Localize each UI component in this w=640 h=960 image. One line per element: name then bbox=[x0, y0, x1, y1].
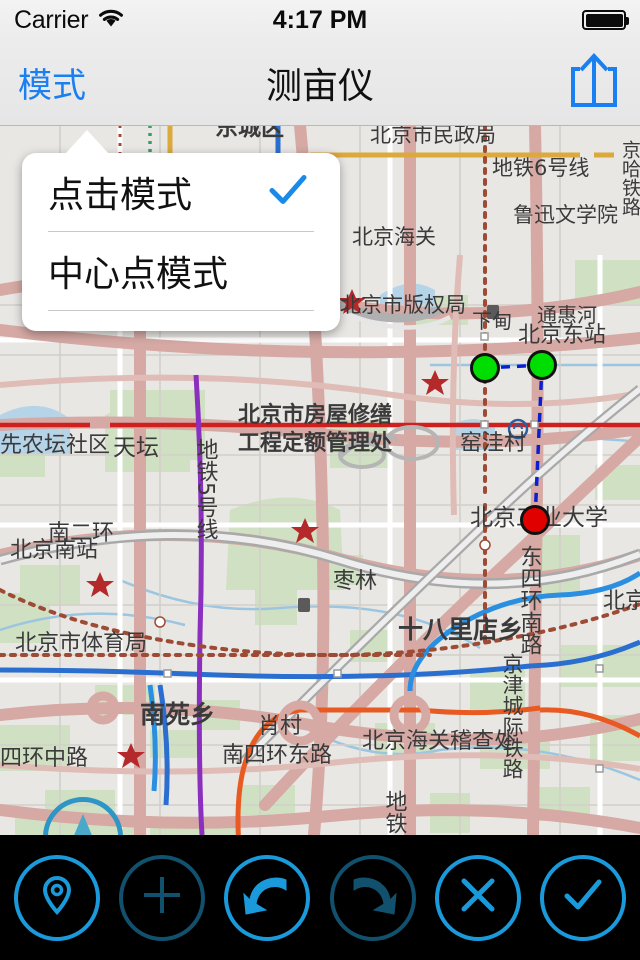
map-label: 窑洼村 bbox=[460, 431, 526, 456]
vertex-marker-3[interactable] bbox=[520, 505, 550, 535]
battery-full-icon bbox=[582, 10, 629, 30]
undo-button[interactable] bbox=[224, 854, 311, 941]
map-label: 北京市房屋修缮 bbox=[238, 402, 392, 428]
map-label: 北京海关稽查处 bbox=[362, 729, 516, 754]
map-label: 南四环东路 bbox=[222, 743, 332, 768]
popover-arrow bbox=[65, 130, 109, 154]
vertex-marker-2[interactable] bbox=[527, 350, 557, 380]
mode-popover: 点击模式 中心点模式 bbox=[22, 130, 340, 331]
bottom-toolbar bbox=[0, 835, 640, 960]
map-label: 下甸 bbox=[472, 309, 512, 333]
add-point-button[interactable] bbox=[118, 854, 205, 941]
map-label: 北京市体育局 bbox=[15, 631, 147, 656]
map-pin-icon bbox=[37, 872, 77, 923]
checkmark-icon bbox=[268, 174, 308, 211]
map-label: 东城区 bbox=[215, 125, 284, 141]
checkmark-icon bbox=[559, 874, 607, 921]
redo-arrow-icon bbox=[348, 872, 398, 923]
status-bar-right bbox=[582, 10, 629, 30]
undo-arrow-icon bbox=[242, 872, 292, 923]
status-bar: Carrier 4:17 PM bbox=[0, 0, 640, 40]
map-label: 北京海关 bbox=[352, 225, 436, 249]
close-x-icon bbox=[456, 873, 500, 922]
vertex-marker-1[interactable] bbox=[470, 353, 500, 383]
popover-item-click-mode[interactable]: 点击模式 bbox=[22, 153, 340, 231]
confirm-button[interactable] bbox=[540, 854, 627, 941]
locate-button[interactable] bbox=[13, 854, 100, 941]
map-label-vertical: 京哈铁路 bbox=[619, 140, 640, 216]
popover-footer-spacer bbox=[22, 311, 340, 331]
app-root: Carrier 4:17 PM 模式 测亩仪 东城区 北京市民政局 地铁6号线 … bbox=[0, 0, 640, 960]
map-label: 十八里店乡 bbox=[398, 615, 523, 644]
map-label: 北京 bbox=[603, 589, 640, 614]
map-label: 天坛 bbox=[113, 435, 159, 461]
share-button[interactable] bbox=[568, 40, 620, 125]
map-label: 肖村 bbox=[258, 714, 302, 739]
share-icon bbox=[568, 51, 620, 114]
page-title: 测亩仪 bbox=[265, 64, 374, 106]
navigation-arrow-icon bbox=[74, 814, 92, 835]
redo-button[interactable] bbox=[329, 854, 416, 941]
map-label-vertical: 地铁5号线 bbox=[193, 438, 219, 540]
cancel-button[interactable] bbox=[434, 854, 521, 941]
map-label-vertical: 东四环南路 bbox=[517, 545, 543, 655]
plus-icon bbox=[139, 872, 185, 923]
map-label: 鲁迅文学院 bbox=[513, 203, 618, 227]
map-label: 地铁6号线 bbox=[492, 156, 589, 180]
map-label: 北京市版权局 bbox=[340, 293, 466, 317]
map-label: 北京市民政局 bbox=[370, 125, 496, 147]
navigation-bar: 模式 测亩仪 bbox=[0, 40, 640, 126]
clock-label: 4:17 PM bbox=[272, 5, 368, 34]
map-label: 枣林 bbox=[333, 569, 377, 594]
popover-item-label: 中心点模式 bbox=[48, 253, 229, 294]
popover-item-label: 点击模式 bbox=[48, 174, 193, 215]
map-label: 北京南站 bbox=[10, 538, 98, 563]
map-label-vertical: 京津城际铁路 bbox=[500, 653, 524, 779]
map-label: 先农坛社区 bbox=[0, 433, 110, 458]
map-label-vertical: 地铁 bbox=[382, 790, 408, 834]
map-label: 工程定额管理处 bbox=[238, 430, 392, 456]
popover-item-center-mode[interactable]: 中心点模式 bbox=[22, 232, 340, 310]
map-label: 北京东站 bbox=[518, 323, 606, 348]
user-location-indicator bbox=[43, 797, 123, 835]
map-label: 四环中路 bbox=[0, 746, 88, 771]
map-label: 南苑乡 bbox=[140, 700, 215, 729]
